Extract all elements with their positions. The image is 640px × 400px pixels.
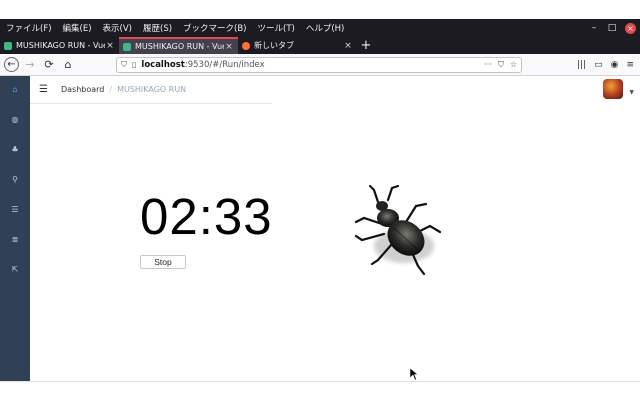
menu-history[interactable]: 履歴(S) <box>143 22 172 34</box>
window-controls: – □ × <box>585 19 636 37</box>
close-window-button[interactable]: × <box>625 22 636 34</box>
forward-icon[interactable]: → <box>22 57 38 73</box>
minimize-button[interactable]: – <box>585 23 603 33</box>
toolbar-icons: ||| ▭ ◉ ≡ <box>577 60 640 70</box>
menu-edit[interactable]: 編集(E) <box>63 22 92 34</box>
shield-icon[interactable]: ⛉ <box>121 60 127 70</box>
url-path: :9530/#/Run/index <box>184 59 265 70</box>
new-tab-button[interactable]: + <box>357 37 375 54</box>
vue-icon <box>4 41 12 50</box>
maximize-button[interactable]: □ <box>603 23 621 33</box>
account-icon[interactable]: ◉ <box>611 60 619 70</box>
menu-view[interactable]: 表示(V) <box>103 22 132 34</box>
tab-label: MUSHIKAGO RUN - Vue <box>135 42 224 51</box>
header-divider <box>30 103 272 104</box>
screen: ファイル(F) 編集(E) 表示(V) 履歴(S) ブックマーク(B) ツール(… <box>0 0 640 400</box>
sitemap-icon[interactable]: ♣ <box>10 145 20 155</box>
tab-close-icon[interactable]: × <box>224 42 234 52</box>
bookmark-star-icon[interactable]: ☆ <box>510 60 517 70</box>
url-actions: ··· ⛉ ☆ <box>484 60 517 70</box>
search-icon[interactable]: ⚲ <box>10 175 20 185</box>
breadcrumb-dashboard[interactable]: Dashboard <box>61 85 104 94</box>
mouse-cursor-icon <box>410 368 418 380</box>
menu-bar: ファイル(F) 編集(E) 表示(V) 履歴(S) ブックマーク(B) ツール(… <box>0 19 640 37</box>
menu-tools[interactable]: ツール(T) <box>258 22 295 34</box>
stop-button[interactable]: Stop <box>140 255 186 269</box>
menu-file[interactable]: ファイル(F) <box>6 22 52 34</box>
tab-new-tab[interactable]: 新しいタブ × <box>238 37 357 54</box>
menu-bookmarks[interactable]: ブックマーク(B) <box>183 22 246 34</box>
hamburger-icon[interactable]: ☰ <box>39 84 48 95</box>
tab-mushikago-2[interactable]: MUSHIKAGO RUN - Vue × <box>119 37 238 54</box>
back-icon[interactable]: ← <box>4 57 19 72</box>
breadcrumb-separator: / <box>109 85 113 94</box>
run-timer: 02:33 <box>140 188 273 245</box>
breadcrumb-current: MUSHIKAGO RUN <box>117 85 187 94</box>
tab-label: MUSHIKAGO RUN - Vue <box>16 41 105 50</box>
library-icon[interactable]: ||| <box>577 60 586 70</box>
home-icon[interactable]: ⌂ <box>60 57 76 73</box>
sidebar-toggle-icon[interactable]: ▭ <box>594 60 603 70</box>
page-icon[interactable]: ▯ <box>132 60 136 69</box>
vue-icon <box>123 42 131 51</box>
beetle-image <box>354 184 442 276</box>
reload-icon[interactable]: ⟳ <box>41 57 57 73</box>
menu-help[interactable]: ヘルプ(H) <box>306 22 345 34</box>
page-header: ☰ Dashboard / MUSHIKAGO RUN ▼ <box>30 76 640 103</box>
page-content: ⌂ ◍ ♣ ⚲ ☰ ≣ ⇱ ☰ Dashboard / MUSHIKAGO RU… <box>0 76 640 381</box>
tab-close-icon[interactable]: × <box>343 41 353 51</box>
navigation-bar: ← → ⟳ ⌂ ⛉ ▯ localhost :9530/#/Run/index … <box>0 54 640 76</box>
tab-bar: MUSHIKAGO RUN - Vue × MUSHIKAGO RUN - Vu… <box>0 37 640 54</box>
bottom-margin <box>0 381 640 400</box>
page-actions-icon[interactable]: ··· <box>484 60 492 70</box>
external-link-icon[interactable]: ⇱ <box>10 265 20 275</box>
url-host: localhost <box>141 59 185 70</box>
avatar[interactable] <box>603 79 623 99</box>
pocket-icon[interactable]: ⛉ <box>498 60 504 70</box>
tab-mushikago-1[interactable]: MUSHIKAGO RUN - Vue × <box>0 37 119 54</box>
tab-close-icon[interactable]: × <box>105 41 115 51</box>
home-icon[interactable]: ⌂ <box>10 85 20 95</box>
tab-label: 新しいタブ <box>254 41 294 50</box>
document-list-icon[interactable]: ≣ <box>10 235 20 245</box>
url-bar[interactable]: ⛉ ▯ localhost :9530/#/Run/index ··· ⛉ ☆ <box>116 56 522 73</box>
firefox-icon <box>242 41 250 50</box>
sidebar: ⌂ ◍ ♣ ⚲ ☰ ≣ ⇱ <box>0 76 30 381</box>
dashboard-icon[interactable]: ◍ <box>10 115 20 125</box>
caret-down-icon[interactable]: ▼ <box>629 89 634 96</box>
app-menu-icon[interactable]: ≡ <box>626 60 634 70</box>
top-margin <box>0 0 640 19</box>
list-icon[interactable]: ☰ <box>10 205 20 215</box>
